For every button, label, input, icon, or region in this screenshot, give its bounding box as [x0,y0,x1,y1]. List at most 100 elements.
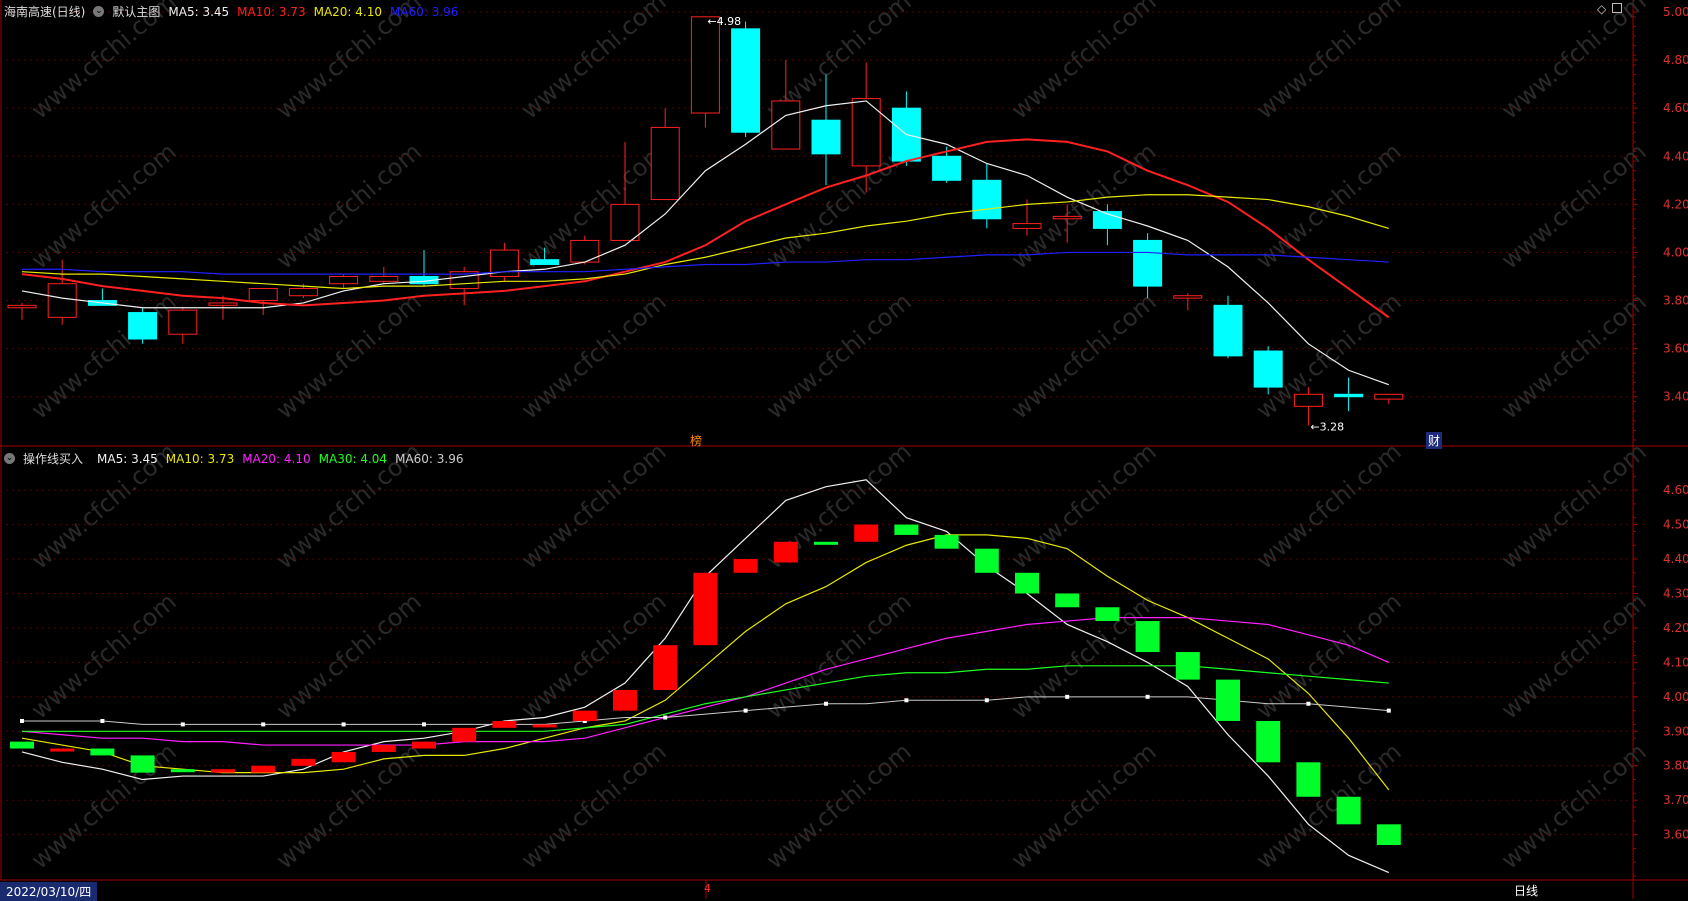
ma60-dot [663,715,668,720]
signal-bar [1336,796,1361,825]
candle-body [972,179,1002,220]
watermark-text: www.cfchi.com [1006,587,1162,724]
candle-body [1334,393,1364,398]
candle-body [811,119,841,155]
candle-body [369,275,399,282]
ma60-dot [1065,694,1070,699]
upper-chart-header: 海南高速(日线) ⌄ 默认主图 MA5: 3.45 MA10: 3.73 MA2… [4,3,458,20]
candle-body [932,155,962,181]
candle-body [168,309,198,335]
diamond-icon[interactable]: ◇ [1597,2,1606,16]
signal-bar [693,572,718,646]
y-tick-label: 4.60 [1663,101,1688,115]
chevron-down-icon[interactable]: ⌄ [4,453,15,464]
legend-ma20: MA20: 4.10 [313,4,383,19]
indicator-name[interactable]: 操作线买入 [23,450,83,467]
finance-marker[interactable]: 财 [1426,432,1443,449]
square-icon[interactable] [1612,3,1622,13]
min-price-label: ←3.28 [1310,421,1344,434]
ma60-dot [743,708,748,713]
signal-bar [371,745,396,752]
ma60-dot [20,718,24,723]
watermark-text: www.cfchi.com [26,137,182,274]
watermark-text: www.cfchi.com [1496,0,1652,125]
candle-body [329,275,359,285]
signal-bar [532,724,557,728]
watermark-text: www.cfchi.com [761,287,917,424]
candle-body [610,203,640,241]
watermark-text: www.cfchi.com [26,587,182,724]
candle-body [7,304,37,309]
watermark-text: www.cfchi.com [516,737,672,874]
lower-chart-header: ⌄ 操作线买入 MA5: 3.45 MA10: 3.73 MA20: 4.10 … [4,450,463,467]
legend-ma60: MA60: 3.96 [395,451,464,466]
candle-body [1253,350,1283,388]
ma60-dot [261,722,266,727]
watermark-text: www.cfchi.com [761,737,917,874]
candle-body [530,259,560,265]
legend-ma20: MA20: 4.10 [242,451,311,466]
chevron-down-icon[interactable]: ⌄ [93,6,105,17]
signal-bar [291,758,316,766]
signal-bar [90,748,115,756]
watermark-text: www.cfchi.com [1006,0,1162,125]
y-tick-label: 4.40 [1663,552,1688,566]
ma60-dot [341,722,346,727]
signal-bar [814,541,838,545]
candle-body [1052,215,1082,220]
ma60-dot [1306,701,1311,706]
legend-ma5: MA5: 3.45 [97,451,158,466]
candle-body [731,28,761,133]
signal-bar [1175,652,1200,680]
y-tick-label: 4.80 [1663,53,1688,67]
watermark-text: www.cfchi.com [516,587,672,724]
y-tick-label: 3.70 [1663,793,1688,807]
candle-body [248,288,278,302]
candle-body [1173,295,1203,299]
watermark-text: www.cfchi.com [271,287,427,424]
ranking-marker[interactable]: 榜 [690,432,702,449]
candle-body [1012,223,1042,229]
candle-body [690,16,720,114]
y-tick-label: 4.60 [1663,483,1688,497]
max-price-label: ←4.98 [707,15,741,28]
signal-bar [251,765,276,773]
candle-body [1133,239,1163,287]
signal-bar [10,741,34,749]
signal-bar [1095,607,1120,622]
watermark-text: www.cfchi.com [1251,437,1407,574]
watermark-text: www.cfchi.com [271,137,427,274]
watermark-text: www.cfchi.com [516,437,672,574]
legend-ma10: MA10: 3.73 [165,451,235,466]
signal-bar [773,541,798,563]
legend-ma60: MA60: 3.96 [390,4,459,19]
candle-body [1293,393,1323,407]
candle-body [570,239,600,263]
y-tick-label: 4.30 [1663,586,1688,600]
watermark-text: www.cfchi.com [26,737,182,874]
legend-ma10: MA10: 3.73 [237,4,306,19]
legend-ma5: MA5: 3.45 [168,4,230,19]
watermark-text: www.cfchi.com [1251,0,1407,125]
y-tick-label: 4.00 [1663,245,1688,259]
signal-bar [492,720,517,728]
signal-bar [572,710,597,721]
y-tick-label: 5.00 [1663,5,1688,19]
ma60-dot [100,718,105,723]
signal-bar [130,755,155,773]
ma-line-ma10 [21,138,1390,319]
ma60-dot [984,698,989,703]
period-label[interactable]: 日线 [1514,882,1538,899]
watermark-text: www.cfchi.com [1496,587,1652,724]
ma-line-ma60 [22,251,1389,275]
y-tick-label: 4.00 [1663,690,1688,704]
y-tick-label: 3.80 [1663,759,1688,773]
ma60-dot [824,701,828,706]
signal-bar [894,524,919,535]
candle-body [128,312,158,340]
template-selector[interactable]: 默认主图 [112,3,160,20]
signal-bar [170,769,195,773]
candle-body [1374,393,1404,400]
signal-bar [50,748,75,752]
signal-bar [1296,762,1321,797]
